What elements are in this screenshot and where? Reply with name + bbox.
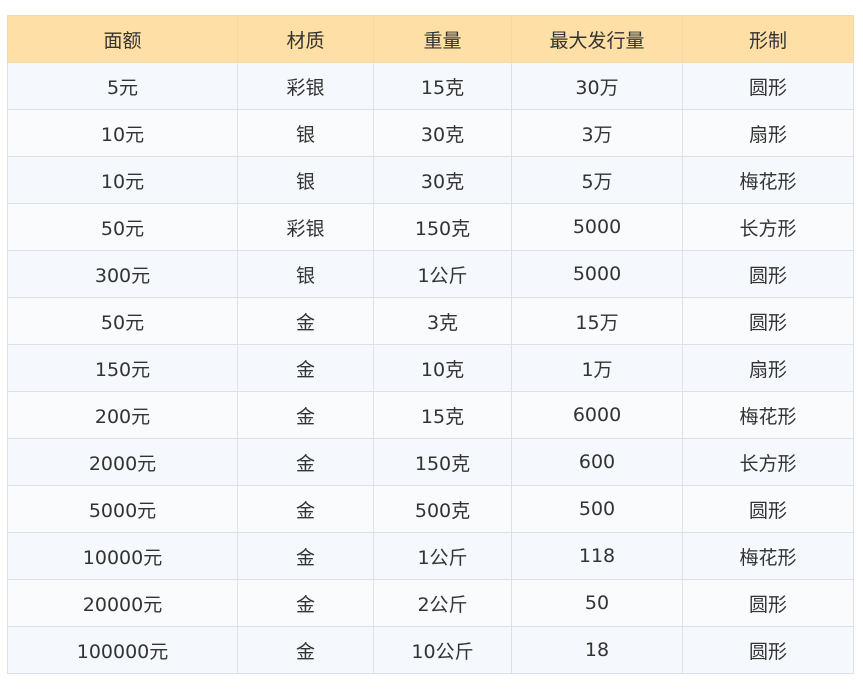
header-denomination: 面额 — [7, 15, 238, 63]
cell-max-mintage: 5万 — [511, 156, 683, 204]
cell-material: 金 — [237, 438, 374, 486]
cell-shape: 梅花形 — [682, 156, 854, 204]
cell-denomination: 50元 — [7, 203, 238, 251]
cell-shape: 圆形 — [682, 485, 854, 533]
cell-weight: 150克 — [373, 203, 512, 251]
cell-shape: 圆形 — [682, 626, 854, 674]
table-row: 10元 银 30克 5万 梅花形 — [7, 156, 854, 204]
cell-denomination: 5000元 — [7, 485, 238, 533]
cell-denomination: 5元 — [7, 62, 238, 110]
table-row: 5000元 金 500克 500 圆形 — [7, 485, 854, 533]
cell-denomination: 10元 — [7, 109, 238, 157]
cell-weight: 2公斤 — [373, 579, 512, 627]
cell-max-mintage: 5000 — [511, 250, 683, 298]
cell-shape: 梅花形 — [682, 391, 854, 439]
cell-max-mintage: 15万 — [511, 297, 683, 345]
cell-denomination: 200元 — [7, 391, 238, 439]
cell-material: 银 — [237, 250, 374, 298]
table-row: 50元 金 3克 15万 圆形 — [7, 297, 854, 345]
header-material: 材质 — [237, 15, 374, 63]
cell-max-mintage: 3万 — [511, 109, 683, 157]
cell-shape: 扇形 — [682, 344, 854, 392]
cell-max-mintage: 5000 — [511, 203, 683, 251]
header-max-mintage: 最大发行量 — [511, 15, 683, 63]
cell-shape: 长方形 — [682, 438, 854, 486]
table-row: 200元 金 15克 6000 梅花形 — [7, 391, 854, 439]
table-row: 10000元 金 1公斤 118 梅花形 — [7, 532, 854, 580]
cell-denomination: 20000元 — [7, 579, 238, 627]
table-row: 300元 银 1公斤 5000 圆形 — [7, 250, 854, 298]
cell-denomination: 10000元 — [7, 532, 238, 580]
cell-weight: 150克 — [373, 438, 512, 486]
cell-material: 金 — [237, 344, 374, 392]
cell-denomination: 50元 — [7, 297, 238, 345]
table-body: 5元 彩银 15克 30万 圆形 10元 银 30克 3万 扇形 10元 银 3… — [7, 62, 854, 674]
cell-shape: 圆形 — [682, 62, 854, 110]
cell-material: 金 — [237, 532, 374, 580]
cell-shape: 圆形 — [682, 297, 854, 345]
cell-shape: 长方形 — [682, 203, 854, 251]
cell-material: 金 — [237, 391, 374, 439]
cell-weight: 15克 — [373, 62, 512, 110]
header-weight: 重量 — [373, 15, 512, 63]
cell-denomination: 300元 — [7, 250, 238, 298]
cell-denomination: 2000元 — [7, 438, 238, 486]
table-container: 面额 材质 重量 最大发行量 形制 5元 彩银 15克 30万 圆形 10元 银… — [7, 15, 854, 674]
cell-max-mintage: 18 — [511, 626, 683, 674]
table-row: 10元 银 30克 3万 扇形 — [7, 109, 854, 157]
cell-max-mintage: 118 — [511, 532, 683, 580]
cell-material: 金 — [237, 626, 374, 674]
cell-max-mintage: 500 — [511, 485, 683, 533]
cell-shape: 圆形 — [682, 250, 854, 298]
cell-weight: 30克 — [373, 156, 512, 204]
cell-material: 银 — [237, 156, 374, 204]
table-row: 5元 彩银 15克 30万 圆形 — [7, 62, 854, 110]
cell-weight: 1公斤 — [373, 250, 512, 298]
cell-weight: 10公斤 — [373, 626, 512, 674]
cell-weight: 500克 — [373, 485, 512, 533]
cell-shape: 梅花形 — [682, 532, 854, 580]
cell-max-mintage: 30万 — [511, 62, 683, 110]
cell-denomination: 100000元 — [7, 626, 238, 674]
cell-denomination: 150元 — [7, 344, 238, 392]
header-shape: 形制 — [682, 15, 854, 63]
cell-shape: 圆形 — [682, 579, 854, 627]
cell-shape: 扇形 — [682, 109, 854, 157]
table-row: 50元 彩银 150克 5000 长方形 — [7, 203, 854, 251]
cell-material: 金 — [237, 297, 374, 345]
cell-weight: 1公斤 — [373, 532, 512, 580]
table-row: 150元 金 10克 1万 扇形 — [7, 344, 854, 392]
cell-weight: 30克 — [373, 109, 512, 157]
table-header: 面额 材质 重量 最大发行量 形制 — [7, 15, 854, 63]
cell-weight: 10克 — [373, 344, 512, 392]
table-row: 100000元 金 10公斤 18 圆形 — [7, 626, 854, 674]
table-row: 2000元 金 150克 600 长方形 — [7, 438, 854, 486]
cell-max-mintage: 50 — [511, 579, 683, 627]
cell-material: 金 — [237, 485, 374, 533]
cell-material: 金 — [237, 579, 374, 627]
header-row: 面额 材质 重量 最大发行量 形制 — [7, 15, 854, 63]
cell-weight: 3克 — [373, 297, 512, 345]
table-row: 20000元 金 2公斤 50 圆形 — [7, 579, 854, 627]
cell-material: 彩银 — [237, 203, 374, 251]
cell-max-mintage: 600 — [511, 438, 683, 486]
cell-weight: 15克 — [373, 391, 512, 439]
cell-max-mintage: 6000 — [511, 391, 683, 439]
coin-spec-table: 面额 材质 重量 最大发行量 形制 5元 彩银 15克 30万 圆形 10元 银… — [7, 15, 854, 674]
cell-denomination: 10元 — [7, 156, 238, 204]
cell-max-mintage: 1万 — [511, 344, 683, 392]
cell-material: 彩银 — [237, 62, 374, 110]
cell-material: 银 — [237, 109, 374, 157]
